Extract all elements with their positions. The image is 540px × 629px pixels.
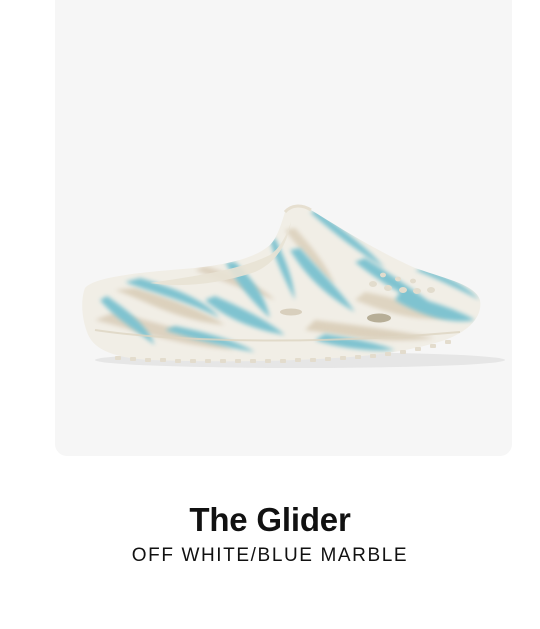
product-variant-label: OFF WHITE/BLUE MARBLE — [131, 545, 409, 566]
shoe-image — [82, 204, 505, 368]
product-image-tile[interactable] — [55, 0, 512, 456]
product-name[interactable]: The Glider — [0, 498, 540, 542]
product-card[interactable]: The Glider OFF WHITE/BLUE MARBLE — [0, 0, 540, 629]
